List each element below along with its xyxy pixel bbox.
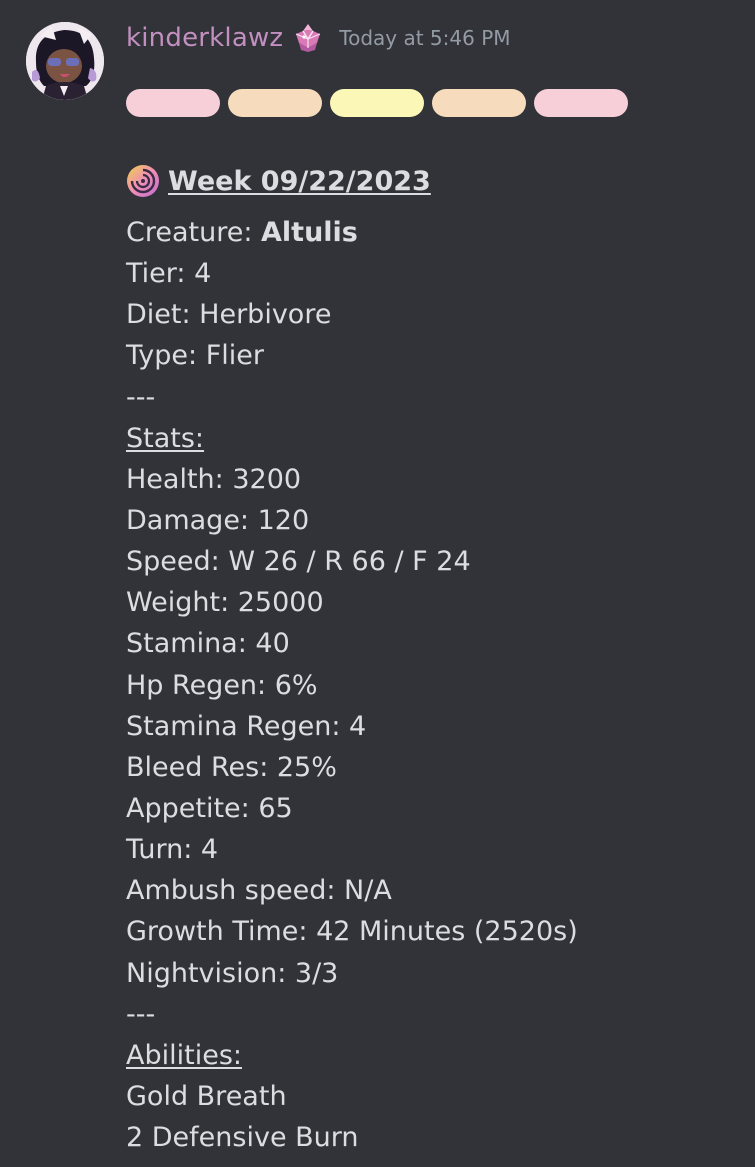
stat-line: Turn: 4 bbox=[126, 834, 219, 866]
tier-line: Tier: 4 bbox=[126, 258, 212, 290]
color-pill bbox=[432, 89, 526, 117]
abilities-heading: Abilities: bbox=[126, 1039, 242, 1071]
stats-heading: Stats: bbox=[126, 422, 205, 454]
separator: --- bbox=[126, 998, 156, 1030]
stat-line: Speed: W 26 / R 66 / F 24 bbox=[126, 546, 471, 578]
stat-line: Health: 3200 bbox=[126, 463, 302, 495]
color-pill-row bbox=[126, 89, 628, 117]
stat-line: Nightvision: 3/3 bbox=[126, 957, 339, 989]
diet-line: Diet: Herbivore bbox=[126, 299, 332, 331]
ability-line: 2 Defensive Burn bbox=[126, 1122, 359, 1154]
stat-line: Appetite: 65 bbox=[126, 792, 293, 824]
creature-line: Creature: Altulis bbox=[126, 212, 578, 253]
color-pill bbox=[534, 89, 628, 117]
message-body: Creature: Altulis Tier: 4 Diet: Herbivor… bbox=[126, 212, 578, 1158]
crystal-badge-icon[interactable] bbox=[291, 21, 325, 55]
type-line: Type: Flier bbox=[126, 340, 264, 372]
username[interactable]: kinderklawz bbox=[126, 23, 283, 53]
color-pill bbox=[126, 89, 220, 117]
avatar[interactable] bbox=[26, 22, 104, 100]
week-title-row: Week 09/22/2023 bbox=[126, 163, 431, 199]
creature-name: Altulis bbox=[261, 217, 358, 248]
stat-line: Weight: 25000 bbox=[126, 587, 324, 619]
ability-line: Gold Breath bbox=[126, 1080, 287, 1112]
week-title: Week 09/22/2023 bbox=[168, 165, 431, 197]
message-header: kinderklawz Today at 5:46 PM bbox=[126, 18, 511, 58]
stat-line: Stamina Regen: 4 bbox=[126, 710, 367, 742]
creature-label: Creature: bbox=[126, 217, 262, 248]
separator: --- bbox=[126, 381, 156, 413]
color-pill bbox=[330, 89, 424, 117]
stat-line: Damage: 120 bbox=[126, 504, 310, 536]
color-pill bbox=[228, 89, 322, 117]
stat-line: Bleed Res: 25% bbox=[126, 751, 337, 783]
stat-line: Hp Regen: 6% bbox=[126, 669, 318, 701]
message-timestamp[interactable]: Today at 5:46 PM bbox=[339, 26, 510, 50]
stat-line: Ambush speed: N/A bbox=[126, 875, 392, 907]
spiral-icon bbox=[127, 165, 159, 197]
avatar-image bbox=[26, 22, 104, 100]
stat-line: Stamina: 40 bbox=[126, 628, 290, 660]
stat-line: Growth Time: 42 Minutes (2520s) bbox=[126, 916, 578, 948]
